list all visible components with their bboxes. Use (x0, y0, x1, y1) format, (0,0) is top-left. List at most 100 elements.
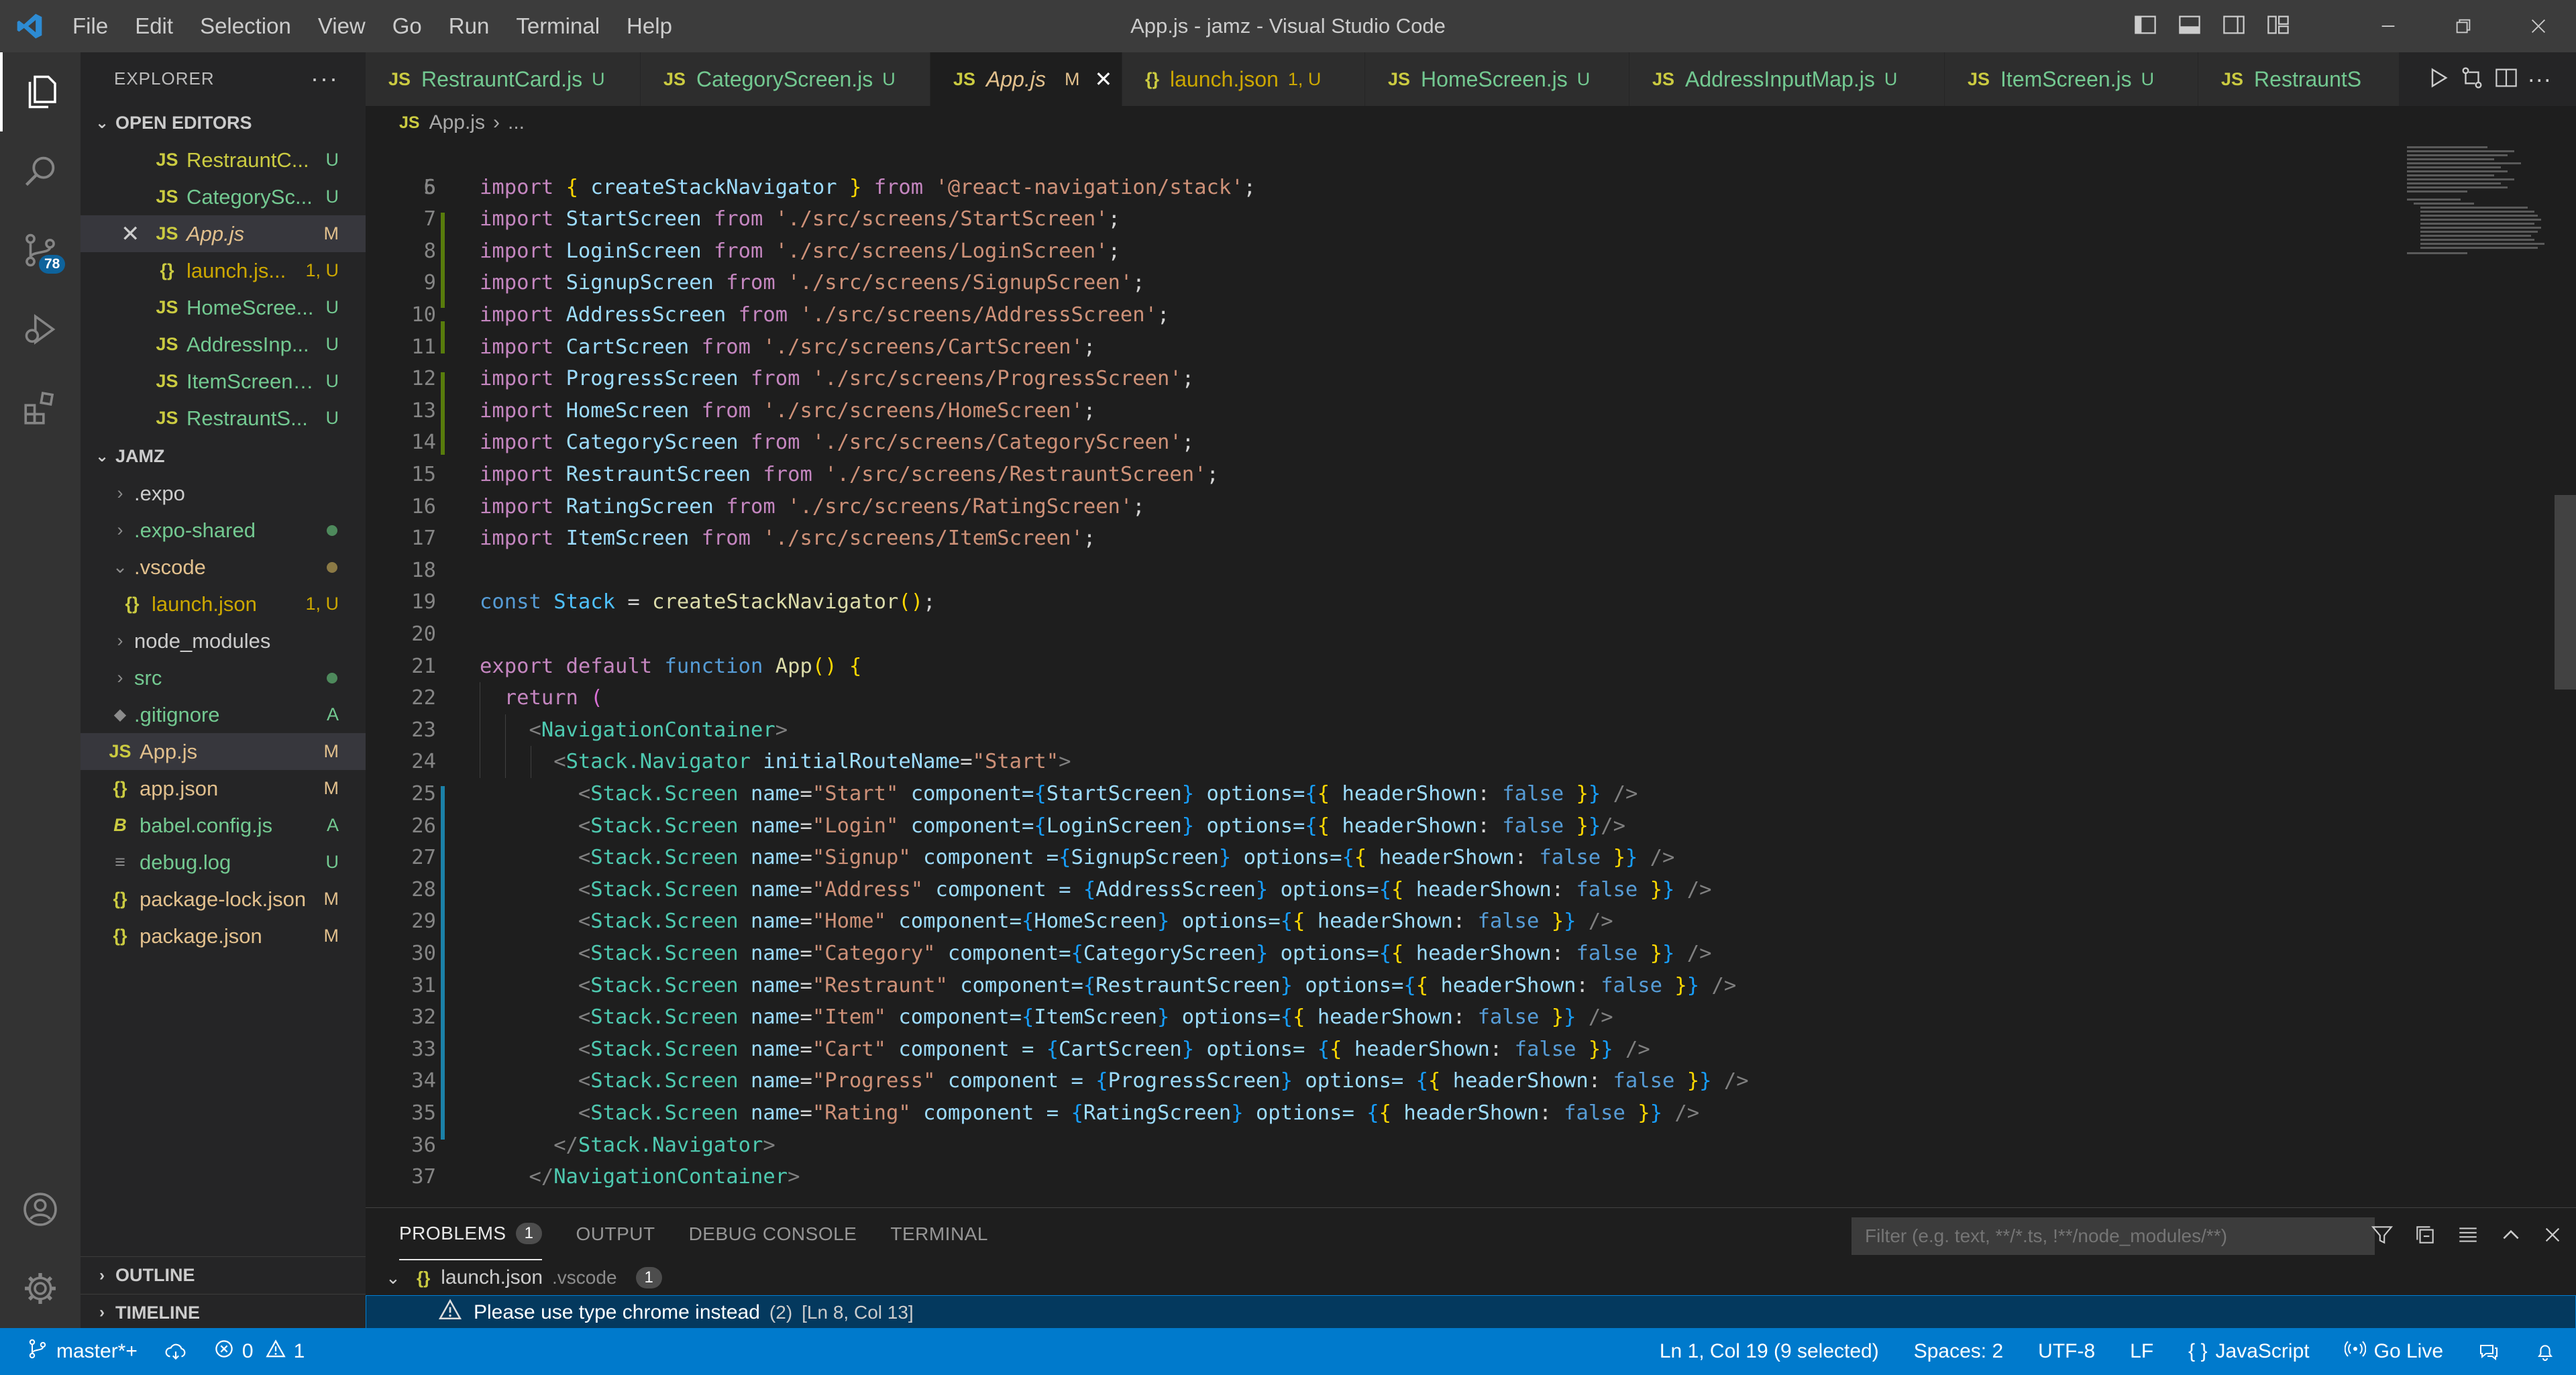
cursor-position[interactable]: Ln 1, Col 19 (9 selected) (1660, 1340, 1879, 1363)
file-problem-count: 1 (635, 1267, 662, 1288)
tab-app-js[interactable]: JS App.js M ✕ (930, 52, 1122, 106)
maximize-panel-icon[interactable] (2500, 1223, 2522, 1250)
close-editor-icon[interactable]: ✕ (121, 221, 153, 248)
project-header[interactable]: ⌄ JAMZ (80, 438, 366, 475)
menu-file[interactable]: File (59, 0, 121, 52)
tree-folder[interactable]: › src (80, 659, 366, 696)
menu-help[interactable]: Help (613, 0, 686, 52)
menu-edit[interactable]: Edit (121, 0, 186, 52)
open-editor-item[interactable]: {} launch.js... 1, U (80, 252, 366, 289)
tree-file[interactable]: ≡ debug.log U (80, 844, 366, 881)
tree-folder[interactable]: › .expo (80, 475, 366, 512)
screen-line: 25 <Stack.Screen name="Start" component=… (411, 782, 1638, 806)
toggle-panel-icon[interactable] (2178, 13, 2202, 40)
tab-output[interactable]: OUTPUT (576, 1208, 655, 1260)
open-editor-item[interactable]: JS HomeScree... U (80, 289, 366, 326)
tab-launch-json[interactable]: {} launch.json 1, U (1122, 52, 1365, 106)
tree-folder[interactable]: › .expo-shared (80, 512, 366, 549)
chevron-down-icon: ⌄ (386, 1267, 400, 1288)
file-tree: › .expo › .expo-shared ⌄ .vscode {} launch.j… (80, 475, 366, 954)
open-editor-item[interactable]: JS AddressInp... U (80, 326, 366, 363)
open-editor-item[interactable]: JS RestrauntS... U (80, 400, 366, 437)
js-file-icon: JS (399, 113, 420, 132)
run-icon[interactable] (2426, 66, 2451, 93)
open-editor-item[interactable]: JS ItemScreen.... U (80, 363, 366, 400)
search-icon[interactable] (0, 131, 80, 211)
tab-itemscreen[interactable]: JS ItemScreen.js U (1945, 52, 2198, 106)
filter-icon[interactable] (2371, 1223, 2394, 1250)
close-panel-icon[interactable] (2542, 1225, 2563, 1248)
tab-addressinputmap[interactable]: JS AddressInputMap.js U (1629, 52, 1945, 106)
problem-file-row[interactable]: ⌄ {} launch.json .vscode 1 (366, 1260, 2576, 1295)
problems-count-badge: 1 (515, 1223, 543, 1244)
tab-homescreen[interactable]: JS HomeScreen.js U (1365, 52, 1629, 106)
language-mode[interactable]: { } JavaScript (2188, 1340, 2309, 1363)
code-editor[interactable]: 5 import { createStackNavigator } from '@… (366, 140, 2576, 1207)
source-control-icon[interactable]: 78 (0, 211, 80, 290)
minimize-icon[interactable] (2351, 0, 2426, 52)
view-as-list-icon[interactable] (2457, 1223, 2479, 1250)
editor-actions: ··· (2402, 52, 2576, 106)
sync-icon[interactable] (164, 1340, 187, 1363)
split-editor-icon[interactable] (2494, 66, 2518, 93)
menu-terminal[interactable]: Terminal (502, 0, 613, 52)
notifications-bell-icon[interactable] (2534, 1341, 2556, 1362)
end-of-line[interactable]: LF (2130, 1340, 2153, 1363)
menu-view[interactable]: View (305, 0, 379, 52)
tree-file-active[interactable]: JS App.js M (80, 733, 366, 770)
problems-filter-input[interactable] (1851, 1217, 2375, 1255)
chevron-down-icon: ⌄ (95, 447, 109, 465)
more-actions-icon[interactable]: ··· (2527, 65, 2551, 93)
open-editor-item-active[interactable]: ✕ JS App.js M (80, 215, 366, 252)
feedback-icon[interactable] (2478, 1341, 2500, 1362)
tree-file[interactable]: Bbabel.config.js A (80, 807, 366, 844)
tab-restrauntcard[interactable]: JS RestrauntCard.js U (366, 52, 641, 106)
tab-restrauntscreen[interactable]: JS RestrauntS (2198, 52, 2400, 106)
code-line: 36 </Stack.Navigator> (411, 1133, 775, 1157)
tab-debug-console[interactable]: DEBUG CONSOLE (689, 1208, 857, 1260)
open-editor-item[interactable]: JS RestrauntC... U (80, 142, 366, 178)
toggle-primary-sidebar-icon[interactable] (2133, 13, 2157, 40)
tab-categoryscreen[interactable]: JS CategoryScreen.js U (641, 52, 930, 106)
open-editors-header[interactable]: ⌄ OPEN EDITORS (80, 105, 366, 142)
go-live-button[interactable]: Go Live (2344, 1338, 2443, 1365)
warning-icon (438, 1299, 462, 1327)
encoding[interactable]: UTF-8 (2038, 1340, 2095, 1363)
tree-file[interactable]: {} package-lock.json M (80, 881, 366, 918)
open-editor-item[interactable]: JS CategorySc... U (80, 178, 366, 215)
tree-file[interactable]: {} app.json M (80, 770, 366, 807)
indentation[interactable]: Spaces: 2 (1914, 1340, 2003, 1363)
breadcrumb-file[interactable]: App.js (429, 111, 485, 134)
problems-indicator[interactable]: 0 1 (214, 1339, 305, 1364)
outline-header[interactable]: › OUTLINE (80, 1257, 366, 1294)
tree-file[interactable]: {} package.json M (80, 918, 366, 954)
minimap[interactable] (2394, 140, 2576, 1207)
manage-gear-icon[interactable] (0, 1249, 80, 1328)
tree-file[interactable]: ◆ .gitignore A (80, 696, 366, 733)
problem-item[interactable]: Please use type chrome instead (2) [Ln 8… (366, 1295, 2576, 1330)
close-window-icon[interactable] (2501, 0, 2576, 52)
open-changes-icon[interactable] (2459, 65, 2485, 94)
timeline-header[interactable]: › TIMELINE (80, 1294, 366, 1331)
close-tab-icon[interactable]: ✕ (1094, 66, 1112, 92)
toggle-secondary-sidebar-icon[interactable] (2222, 13, 2246, 40)
collapse-all-icon[interactable] (2414, 1223, 2436, 1250)
menu-selection[interactable]: Selection (186, 0, 305, 52)
tree-folder-open[interactable]: ⌄ .vscode (80, 549, 366, 586)
tree-folder[interactable]: › node_modules (80, 622, 366, 659)
accounts-icon[interactable] (0, 1170, 80, 1249)
more-actions-icon[interactable]: ··· (311, 64, 339, 93)
branch-indicator[interactable]: master*+ (27, 1338, 138, 1365)
tab-terminal[interactable]: TERMINAL (890, 1208, 988, 1260)
explorer-icon[interactable] (0, 52, 80, 131)
restore-icon[interactable] (2426, 0, 2501, 52)
breadcrumb-rest[interactable]: ... (508, 111, 525, 134)
run-debug-icon[interactable] (0, 290, 80, 369)
customize-layout-icon[interactable] (2266, 13, 2290, 40)
tree-file[interactable]: {} launch.json 1, U (80, 586, 366, 622)
vertical-scrollbar[interactable] (2555, 495, 2576, 690)
menu-run[interactable]: Run (435, 0, 503, 52)
extensions-icon[interactable] (0, 369, 80, 448)
tab-problems[interactable]: PROBLEMS 1 (399, 1208, 543, 1260)
menu-go[interactable]: Go (379, 0, 435, 52)
